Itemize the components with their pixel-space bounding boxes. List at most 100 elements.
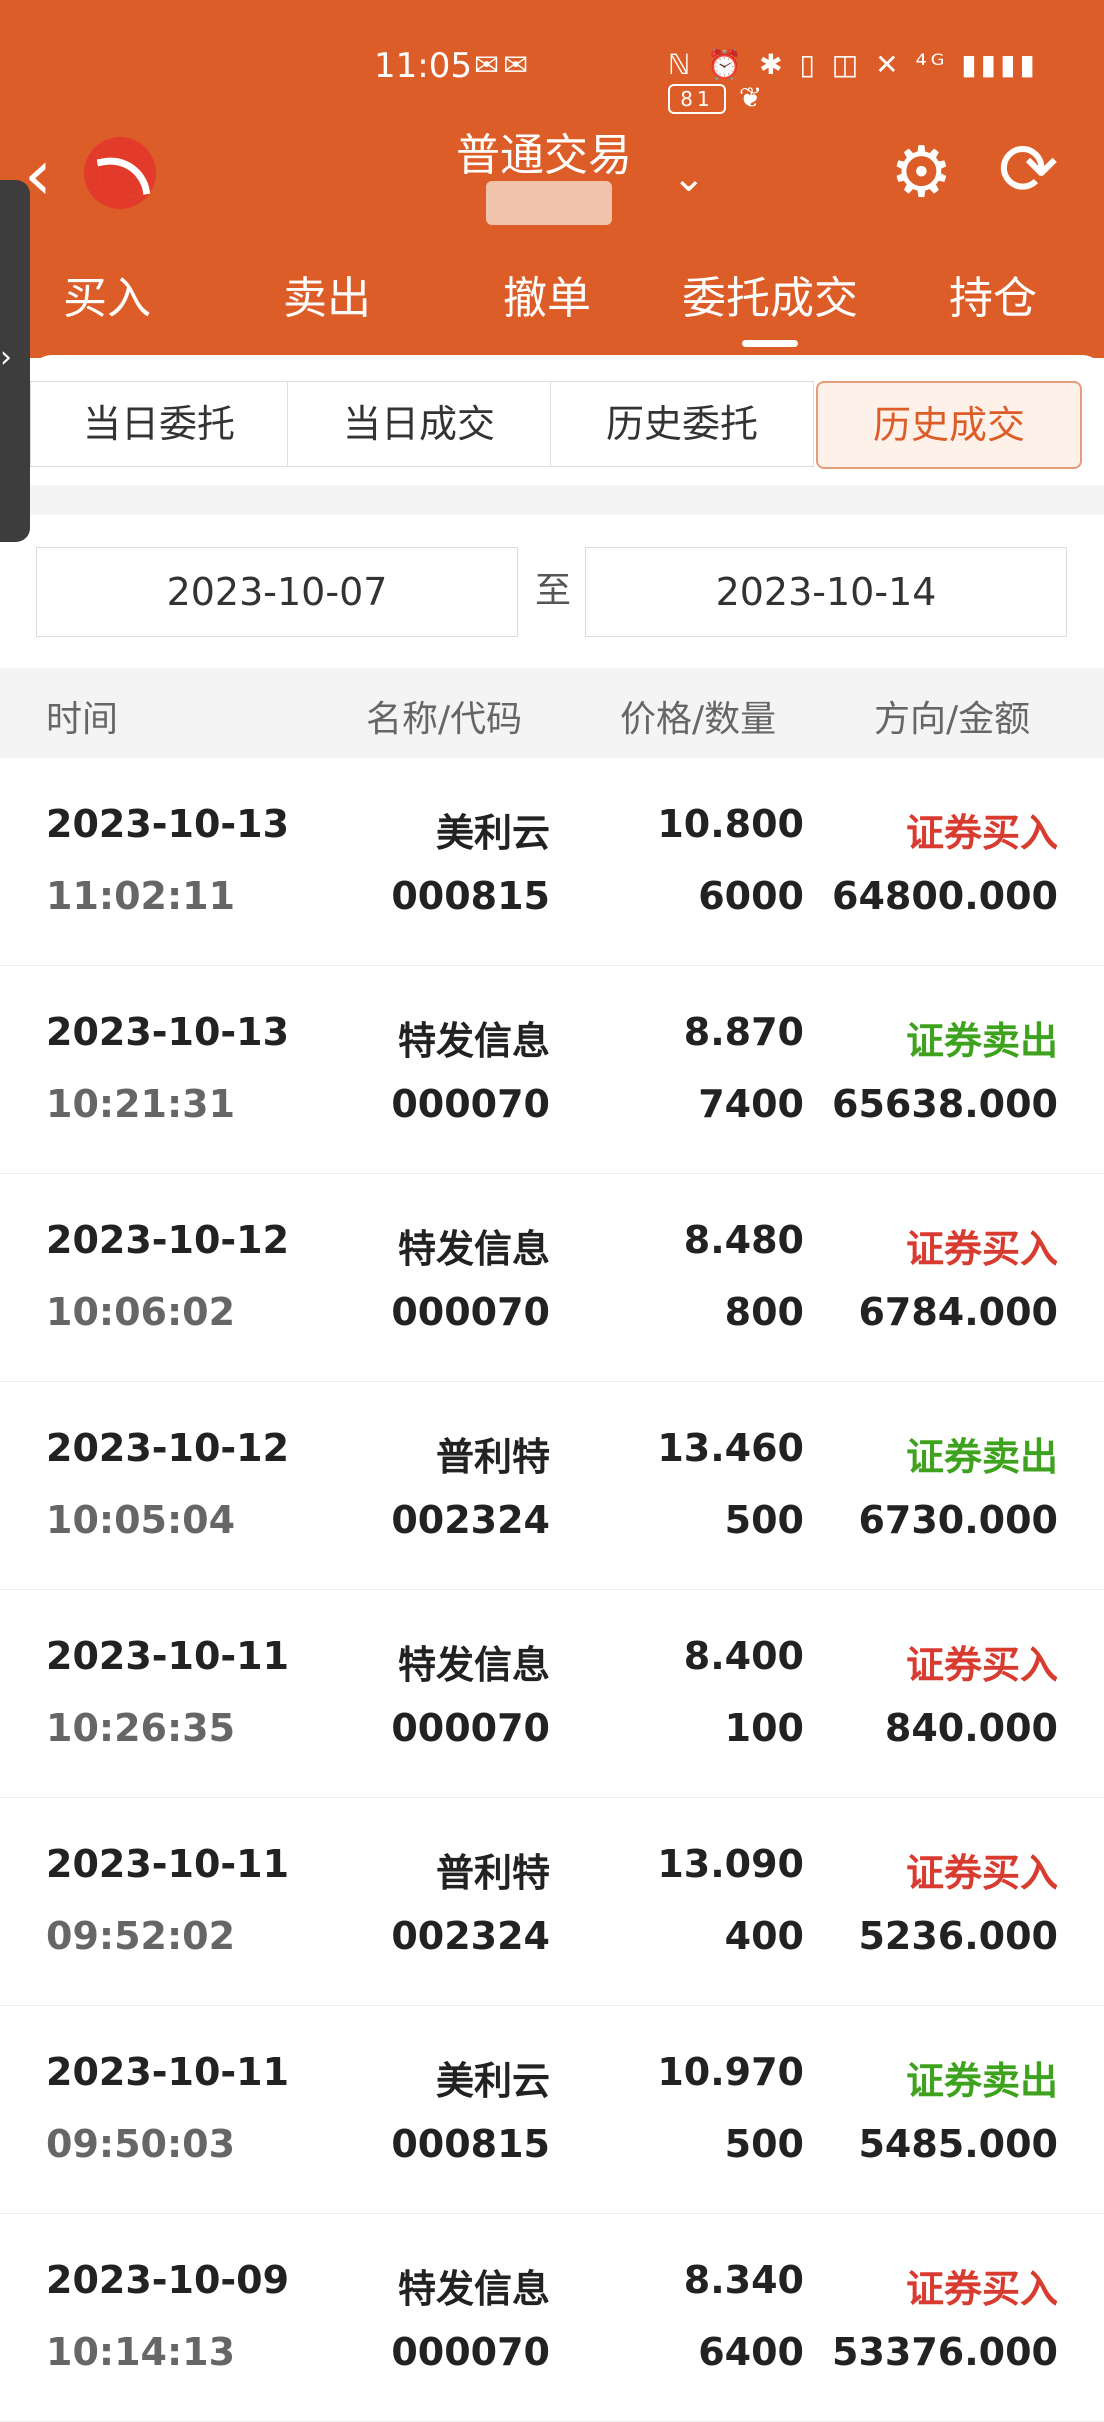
trade-price: 13.090 bbox=[657, 1842, 804, 1886]
title-bar: ‹ 普通交易 ▒▒▒▒ ⌄ ⚙ ⟳ bbox=[0, 115, 1104, 235]
stock-code: 000070 bbox=[391, 1082, 550, 1126]
table-row[interactable]: 2023-10-11 09:52:02 普利特 002324 13.090 400 证券买入… bbox=[0, 1798, 1104, 2006]
app-logo-icon bbox=[84, 137, 156, 209]
divider-band bbox=[30, 485, 1104, 515]
stock-code: 000070 bbox=[391, 1290, 550, 1334]
column-direction-amount: 方向/金额 bbox=[874, 699, 1031, 740]
table-row[interactable]: 2023-10-11 10:26:35 特发信息 000070 8.400 100 证券买入… bbox=[0, 1590, 1104, 1798]
system-status-icons: ℕ ⏰ ✱ ▯ ◫ ✕ ⁴ᴳ ▮▮▮▮ bbox=[668, 48, 1039, 81]
side-drawer-handle[interactable]: › bbox=[0, 180, 30, 542]
trade-time: 10:26:35 bbox=[46, 1706, 236, 1750]
table-row[interactable]: 2023-10-13 11:02:11 美利云 000815 10.800 6000 证券买… bbox=[0, 758, 1104, 966]
status-time: 11:05 bbox=[374, 46, 472, 86]
trade-time: 11:02:11 bbox=[46, 874, 236, 918]
trade-direction: 证券买入 bbox=[905, 1643, 1058, 1687]
segment-today-trades[interactable]: 当日成交 bbox=[287, 381, 551, 467]
active-tab-indicator bbox=[742, 340, 798, 347]
battery-icon: 81 bbox=[668, 84, 726, 114]
table-row[interactable]: 2023-10-11 09:50:03 美利云 000815 10.970 500 证券卖出… bbox=[0, 2006, 1104, 2214]
trade-quantity: 400 bbox=[724, 1914, 804, 1958]
trade-date: 2023-10-11 bbox=[46, 2050, 290, 2094]
date-range: 2023-10-07 至 2023-10-14 bbox=[30, 547, 1104, 637]
start-date-field[interactable]: 2023-10-07 bbox=[36, 547, 518, 637]
main-tabs: 买入 卖出 撤单 委托成交 持仓 bbox=[0, 262, 1104, 347]
trade-time: 09:52:02 bbox=[46, 1914, 236, 1958]
trade-price: 8.340 bbox=[683, 2258, 804, 2302]
table-row[interactable]: 2023-10-12 10:05:04 普利特 002324 13.460 500 证券卖出… bbox=[0, 1382, 1104, 1590]
trade-amount: 840.000 bbox=[884, 1706, 1058, 1750]
segment-history-orders[interactable]: 历史委托 bbox=[550, 381, 814, 467]
trade-price: 13.460 bbox=[657, 1426, 804, 1470]
gear-icon[interactable]: ⚙ bbox=[890, 137, 953, 207]
trade-price: 10.800 bbox=[657, 802, 804, 846]
trade-date: 2023-10-09 bbox=[46, 2258, 290, 2302]
tab-orders-trades[interactable]: 委托成交 bbox=[665, 262, 875, 326]
trade-list: 2023-10-13 11:02:11 美利云 000815 10.800 6000 证券买… bbox=[0, 758, 1104, 2422]
tab-cancel[interactable]: 撤单 bbox=[442, 262, 652, 326]
chevron-down-icon[interactable]: ⌄ bbox=[672, 155, 706, 201]
trade-amount: 5236.000 bbox=[858, 1914, 1058, 1958]
trade-price: 8.870 bbox=[683, 1010, 804, 1054]
trade-quantity: 500 bbox=[724, 2122, 804, 2166]
stock-code: 002324 bbox=[391, 1914, 550, 1958]
trade-date: 2023-10-11 bbox=[46, 1634, 290, 1678]
refresh-icon[interactable]: ⟳ bbox=[998, 133, 1058, 205]
end-date-field[interactable]: 2023-10-14 bbox=[585, 547, 1067, 637]
stock-name: 特发信息 bbox=[397, 2267, 550, 2311]
trade-date: 2023-10-13 bbox=[46, 802, 290, 846]
leaf-icon: ❦ bbox=[738, 81, 767, 114]
trade-direction: 证券卖出 bbox=[905, 1019, 1058, 1063]
trade-amount: 53376.000 bbox=[832, 2330, 1058, 2374]
trade-quantity: 7400 bbox=[698, 1082, 804, 1126]
segment-history-trades[interactable]: 历史成交 bbox=[816, 381, 1082, 469]
stock-code: 000070 bbox=[391, 2330, 550, 2374]
trade-price: 8.400 bbox=[683, 1634, 804, 1678]
trade-amount: 64800.000 bbox=[832, 874, 1058, 918]
chevron-right-icon: › bbox=[0, 340, 12, 375]
stock-name: 普利特 bbox=[435, 1435, 550, 1479]
column-name-code: 名称/代码 bbox=[366, 699, 523, 740]
tab-buy[interactable]: 买入 bbox=[2, 262, 212, 326]
segment-control: 当日委托 当日成交 历史委托 历史成交 bbox=[30, 381, 1082, 469]
table-row[interactable]: 2023-10-12 10:06:02 特发信息 000070 8.480 800 证券买入… bbox=[0, 1174, 1104, 1382]
tab-sell[interactable]: 卖出 bbox=[222, 262, 432, 326]
trade-amount: 6730.000 bbox=[858, 1498, 1058, 1542]
trade-time: 10:06:02 bbox=[46, 1290, 236, 1334]
trade-price: 10.970 bbox=[657, 2050, 804, 2094]
stock-name: 美利云 bbox=[435, 2059, 550, 2103]
trade-amount: 65638.000 bbox=[832, 1082, 1058, 1126]
trade-direction: 证券买入 bbox=[905, 2267, 1058, 2311]
trade-direction: 证券卖出 bbox=[905, 1435, 1058, 1479]
tab-positions[interactable]: 持仓 bbox=[888, 262, 1098, 326]
trade-amount: 6784.000 bbox=[858, 1290, 1058, 1334]
trade-price: 8.480 bbox=[683, 1218, 804, 1262]
trade-quantity: 6000 bbox=[698, 874, 804, 918]
trade-time: 10:05:04 bbox=[46, 1498, 236, 1542]
trade-direction: 证券卖出 bbox=[905, 2059, 1058, 2103]
stock-code: 000815 bbox=[391, 874, 550, 918]
trade-quantity: 800 bbox=[724, 1290, 804, 1334]
trade-quantity: 100 bbox=[724, 1706, 804, 1750]
stock-name: 特发信息 bbox=[397, 1227, 550, 1271]
status-icons: ℕ ⏰ ✱ ▯ ◫ ✕ ⁴ᴳ ▮▮▮▮ 81 ❦ bbox=[668, 48, 1104, 114]
segment-today-orders[interactable]: 当日委托 bbox=[30, 381, 288, 467]
trade-date: 2023-10-13 bbox=[46, 1010, 290, 1054]
date-separator: 至 bbox=[535, 570, 572, 611]
trade-direction: 证券买入 bbox=[905, 1851, 1058, 1895]
trade-date: 2023-10-11 bbox=[46, 1842, 290, 1886]
table-row[interactable]: 2023-10-13 10:21:31 特发信息 000070 8.870 7400 证券卖… bbox=[0, 966, 1104, 1174]
wechat-icons: ✉ ✉ bbox=[474, 48, 529, 83]
trade-time: 09:50:03 bbox=[46, 2122, 236, 2166]
trade-quantity: 6400 bbox=[698, 2330, 804, 2374]
stock-code: 000070 bbox=[391, 1706, 550, 1750]
page-title[interactable]: 普通交易 bbox=[456, 119, 632, 183]
column-price-qty: 价格/数量 bbox=[620, 699, 777, 740]
stock-code: 002324 bbox=[391, 1498, 550, 1542]
trade-direction: 证券买入 bbox=[905, 1227, 1058, 1271]
stock-code: 000815 bbox=[391, 2122, 550, 2166]
trade-direction: 证券买入 bbox=[905, 811, 1058, 855]
stock-name: 特发信息 bbox=[397, 1643, 550, 1687]
header: 11:05 ✉ ✉ ℕ ⏰ ✱ ▯ ◫ ✕ ⁴ᴳ ▮▮▮▮ 81 ❦ ‹ 普通交易… bbox=[0, 0, 1104, 358]
table-row[interactable]: 2023-10-09 10:14:13 特发信息 000070 8.340 6400 证券买… bbox=[0, 2214, 1104, 2422]
trade-amount: 5485.000 bbox=[858, 2122, 1058, 2166]
